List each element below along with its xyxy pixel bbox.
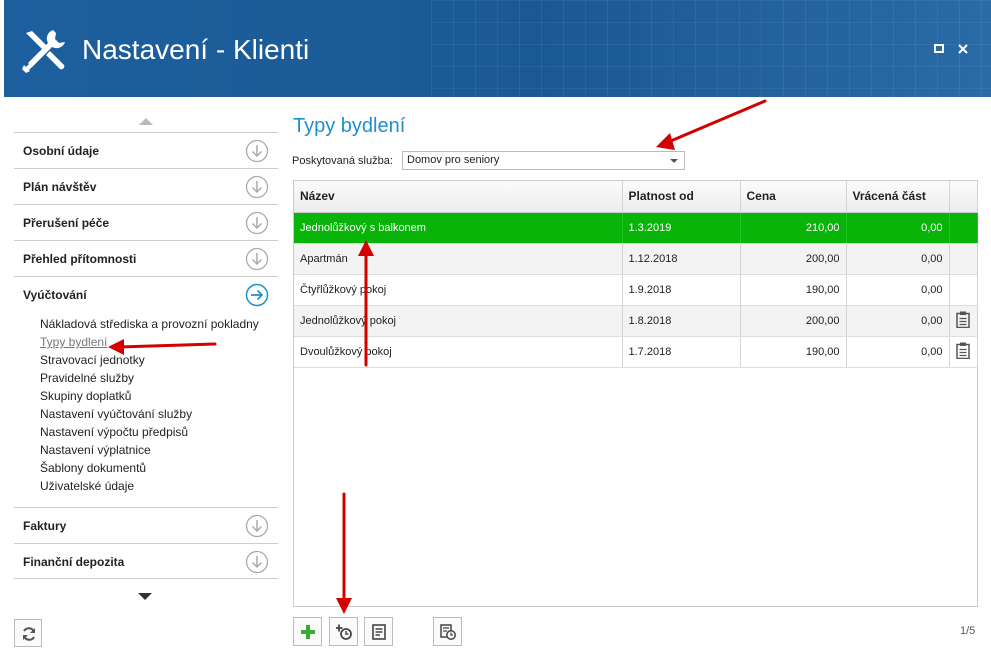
arrow-down-circle-icon[interactable] xyxy=(245,247,269,271)
clipboard-icon[interactable] xyxy=(956,311,970,328)
sidebar-section-faktury[interactable]: Faktury xyxy=(14,507,278,543)
sidebar-section-plan-navstev[interactable]: Plán návštěv xyxy=(14,168,278,204)
subitem-stravovaci-jednotky[interactable]: Stravovací jednotky xyxy=(40,351,270,369)
cell-actions xyxy=(949,274,978,306)
table-row[interactable]: Dvoulůžkový pokoj 1.7.2018 190,00 0,00 xyxy=(294,336,978,368)
section-label: Faktury xyxy=(23,519,67,533)
window-title: Nastavení - Klienti xyxy=(82,34,310,65)
cell-name[interactable]: Jednolůžkový s balkonem xyxy=(294,212,623,244)
scroll-up-icon[interactable] xyxy=(139,118,153,125)
cell-valid-from[interactable]: 1.3.2019 xyxy=(622,212,741,244)
subitem-pravidelne-sluzby[interactable]: Pravidelné služby xyxy=(40,369,270,387)
edit-button[interactable] xyxy=(364,617,393,646)
cell-valid-from[interactable]: 1.8.2018 xyxy=(622,305,741,337)
table-row[interactable]: Čtyřlůžkový pokoj 1.9.2018 190,00 0,00 xyxy=(294,274,978,306)
annotation-arrow-service xyxy=(664,99,767,145)
cell-name[interactable]: Apartmán xyxy=(294,243,623,275)
column-header-actions xyxy=(949,181,978,213)
add-history-button[interactable] xyxy=(329,617,358,646)
annotation-arrowhead-service xyxy=(656,133,675,150)
column-header-cena[interactable]: Cena xyxy=(740,181,847,213)
section-label: Plán návštěv xyxy=(23,180,97,194)
housing-types-table: Název Platnost od Cena Vrácená část Jedn… xyxy=(294,181,978,368)
cell-name[interactable]: Dvoulůžkový pokoj xyxy=(294,336,623,368)
column-header-vracena-cast[interactable]: Vrácená část xyxy=(846,181,950,213)
arrow-down-circle-icon[interactable] xyxy=(245,550,269,574)
chevron-down-icon[interactable] xyxy=(670,159,678,163)
edit-icon xyxy=(372,624,386,640)
cell-actions[interactable] xyxy=(949,305,978,337)
column-header-platnost-od[interactable]: Platnost od xyxy=(622,181,741,213)
vyuctovani-subitems: Nákladová střediska a provozní pokladny … xyxy=(40,315,270,495)
clipboard-icon[interactable] xyxy=(956,342,970,359)
service-select[interactable]: Domov pro seniory xyxy=(402,151,685,170)
subitem-nakladova-strediska[interactable]: Nákladová střediska a provozní pokladny xyxy=(40,315,270,333)
section-label: Osobní údaje xyxy=(23,144,100,158)
subitem-uzivatelske-udaje[interactable]: Uživatelské údaje xyxy=(40,477,270,495)
service-select-value: Domov pro seniory xyxy=(407,154,500,166)
title-bar: Nastavení - Klienti xyxy=(4,0,991,97)
sidebar-section-preruseni-pece[interactable]: Přerušení péče xyxy=(14,204,278,240)
column-header-nazev[interactable]: Název xyxy=(294,181,623,213)
cell-refund[interactable]: 0,00 xyxy=(846,243,950,275)
section-label: Přehled přítomnosti xyxy=(23,252,137,266)
cell-price[interactable]: 190,00 xyxy=(740,274,847,306)
subitem-typy-bydleni[interactable]: Typy bydlení xyxy=(40,333,270,351)
cell-refund[interactable]: 0,00 xyxy=(846,274,950,306)
table-row[interactable]: Apartmán 1.12.2018 200,00 0,00 xyxy=(294,243,978,275)
cell-actions[interactable] xyxy=(949,336,978,368)
scroll-down-icon[interactable] xyxy=(138,593,152,600)
section-label: Vyúčtování xyxy=(23,288,87,302)
refresh-icon xyxy=(23,627,35,641)
cell-price[interactable]: 210,00 xyxy=(740,212,847,244)
cell-valid-from[interactable]: 1.9.2018 xyxy=(622,274,741,306)
table-row-selected[interactable]: Jednolůžkový s balkonem 1.3.2019 210,00 … xyxy=(294,212,978,244)
cell-refund[interactable]: 0,00 xyxy=(846,336,950,368)
cell-refund[interactable]: 0,00 xyxy=(846,212,950,244)
sidebar: Osobní údaje Plán návštěv Přerušení péče… xyxy=(14,110,278,610)
cell-price[interactable]: 200,00 xyxy=(740,243,847,275)
cell-price[interactable]: 200,00 xyxy=(740,305,847,337)
arrow-down-circle-icon[interactable] xyxy=(245,514,269,538)
history-button[interactable] xyxy=(433,617,462,646)
page-title: Typy bydlení xyxy=(293,115,406,137)
cell-valid-from[interactable]: 1.7.2018 xyxy=(622,336,741,368)
sidebar-section-osobni-udaje[interactable]: Osobní údaje xyxy=(14,132,278,168)
cell-refund[interactable]: 0,00 xyxy=(846,305,950,337)
add-button[interactable] xyxy=(293,617,322,646)
subitem-nastaveni-vyplatnice[interactable]: Nastavení výplatnice xyxy=(40,441,270,459)
housing-types-grid: Název Platnost od Cena Vrácená část Jedn… xyxy=(293,180,978,607)
table-row[interactable]: Jednolůžkový pokoj 1.8.2018 200,00 0,00 xyxy=(294,305,978,337)
cell-valid-from[interactable]: 1.12.2018 xyxy=(622,243,741,275)
history-icon xyxy=(440,624,456,640)
close-icon[interactable] xyxy=(954,40,972,58)
subitem-nastaveni-vypoctu-predpisu[interactable]: Nastavení výpočtu předpisů xyxy=(40,423,270,441)
cell-name[interactable]: Čtyřlůžkový pokoj xyxy=(294,274,623,306)
subitem-sablony-dokumentu[interactable]: Šablony dokumentů xyxy=(40,459,270,477)
arrow-right-circle-icon[interactable] xyxy=(245,283,269,307)
sidebar-section-financni-depozita[interactable]: Finanční depozita xyxy=(14,543,278,579)
arrow-down-circle-icon[interactable] xyxy=(245,175,269,199)
maximize-icon[interactable] xyxy=(930,40,948,58)
section-label: Přerušení péče xyxy=(23,216,110,230)
title-bar-pattern xyxy=(431,0,991,97)
cell-price[interactable]: 190,00 xyxy=(740,336,847,368)
cell-actions xyxy=(949,243,978,275)
table-header-row: Název Platnost od Cena Vrácená část xyxy=(294,181,978,213)
service-label: Poskytovaná služba: xyxy=(292,155,393,167)
subitem-nastaveni-vyuctovani-sluzby[interactable]: Nastavení vyúčtování služby xyxy=(40,405,270,423)
refresh-button[interactable] xyxy=(14,619,42,647)
cell-actions xyxy=(949,212,978,244)
add-history-icon xyxy=(336,624,352,640)
add-icon xyxy=(301,625,315,639)
subitem-skupiny-doplatku[interactable]: Skupiny doplatků xyxy=(40,387,270,405)
tools-icon xyxy=(22,30,65,73)
section-label: Finanční depozita xyxy=(23,555,125,569)
sidebar-section-prehled-pritomnosti[interactable]: Přehled přítomnosti xyxy=(14,240,278,276)
cell-name[interactable]: Jednolůžkový pokoj xyxy=(294,305,623,337)
page-indicator: 1/5 xyxy=(960,625,976,637)
arrow-down-circle-icon[interactable] xyxy=(245,211,269,235)
arrow-down-circle-icon[interactable] xyxy=(245,139,269,163)
